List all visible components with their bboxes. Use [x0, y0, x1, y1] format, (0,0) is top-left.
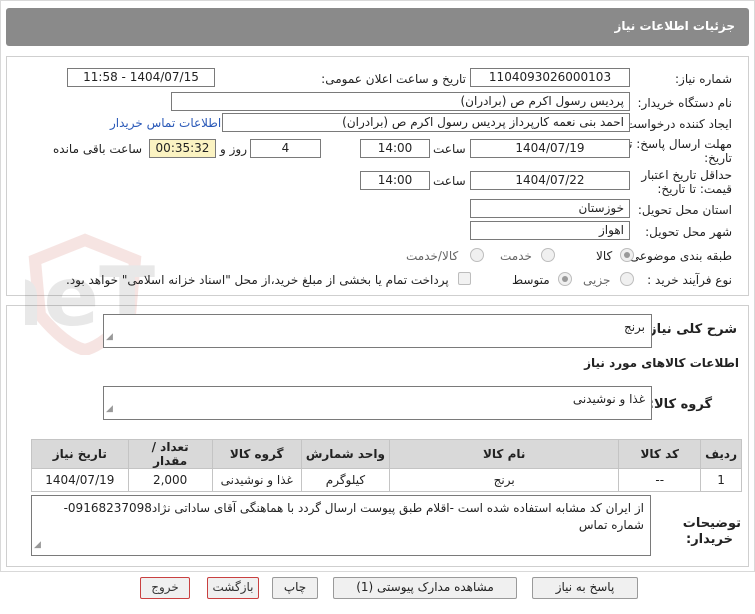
- exit-button[interactable]: خروج: [140, 577, 190, 599]
- goods-group-textarea: غذا و نوشیدنی ◢: [103, 386, 652, 420]
- goods-group-label: گروه کالا:: [648, 397, 712, 412]
- buyer-notes-text: از ایران کد مشابه استفاده شده است -اقلام…: [63, 501, 644, 532]
- deadline-label-2: تاریخ:: [704, 151, 732, 165]
- deadline-date-field: 1404/07/19: [470, 139, 630, 158]
- resize-grip-icon: ◢: [106, 332, 113, 342]
- cell-row: 1: [700, 468, 742, 492]
- summary-textarea: برنج ◢: [103, 314, 652, 348]
- category-option-both: کالا/خدمت: [406, 249, 459, 263]
- announce-label: تاریخ و ساعت اعلان عمومی:: [321, 72, 466, 86]
- need-number-field: 1104093026000103: [470, 68, 630, 87]
- validity-date-field: 1404/07/22: [470, 171, 630, 190]
- deadline-time-field: 14:00: [360, 139, 430, 158]
- process-radio-minor[interactable]: [620, 272, 634, 286]
- buyer-notes-label: توضیحات: [682, 516, 741, 531]
- category-option-service: خدمت: [500, 249, 532, 263]
- items-table: ردیف کد کالا نام کالا واحد شمارش گروه کا…: [31, 439, 742, 492]
- treasury-payment-checkbox[interactable]: [458, 272, 471, 285]
- back-button[interactable]: بازگشت: [207, 577, 259, 599]
- category-label: طبقه بندی موضوعی:: [625, 249, 732, 263]
- buyer-notes-label-2: خریدار:: [686, 532, 733, 547]
- process-option-medium: متوسط: [512, 273, 550, 287]
- buyer-notes-textarea: از ایران کد مشابه استفاده شده است -اقلام…: [31, 495, 651, 556]
- respond-button[interactable]: پاسخ به نیاز: [532, 577, 638, 599]
- col-unit: واحد شمارش: [300, 439, 391, 469]
- cell-name: برنج: [389, 468, 620, 492]
- buyer-org-field: پردیس رسول اکرم ص (برادران): [171, 92, 630, 111]
- cell-unit: کیلوگرم: [300, 468, 391, 492]
- province-field: خوزستان: [470, 199, 630, 218]
- col-row: ردیف: [700, 439, 742, 469]
- creator-label: ایجاد کننده درخواست:: [621, 117, 732, 131]
- category-radio-goods[interactable]: [620, 248, 634, 262]
- need-number-label: شماره نیاز:: [675, 72, 732, 86]
- page-title: جزئیات اطلاعات نیاز: [6, 8, 749, 46]
- summary-value: برنج: [623, 320, 645, 334]
- resize-grip-icon: ◢: [106, 404, 113, 414]
- print-button[interactable]: چاپ: [272, 577, 318, 599]
- table-row: 1 -- برنج کیلوگرم غذا و نوشیدنی 2,000 14…: [31, 468, 742, 492]
- remaining-time-field: 00:35:32: [149, 139, 216, 158]
- category-radio-service[interactable]: [541, 248, 555, 262]
- items-table-header: ردیف کد کالا نام کالا واحد شمارش گروه کا…: [31, 439, 742, 469]
- process-label: نوع فرآیند خرید :: [647, 273, 732, 287]
- goods-group-value: غذا و نوشیدنی: [572, 392, 645, 406]
- creator-field: احمد بنی نعمه کارپرداز پردیس رسول اکرم ص…: [222, 113, 630, 132]
- col-category: گروه کالا: [211, 439, 302, 469]
- col-name: نام کالا: [389, 439, 620, 469]
- cell-quantity: 2,000: [127, 468, 213, 492]
- process-option-minor: جزیی: [583, 273, 611, 287]
- deadline-time-word: ساعت: [433, 142, 466, 156]
- buyer-org-label: نام دستگاه خریدار:: [637, 96, 733, 110]
- view-attachments-button[interactable]: مشاهده مدارک پیوستی (1): [333, 577, 517, 599]
- summary-label: شرح کلی نیاز:: [643, 322, 737, 337]
- validity-label: حداقل تاریخ اعتبار: [641, 168, 732, 182]
- days-word: روز و: [220, 142, 247, 156]
- col-code: کد کالا: [618, 439, 702, 469]
- deadline-label: مهلت ارسال پاسخ: تا: [625, 137, 732, 151]
- treasury-payment-note: پرداخت تمام یا بخشی از مبلغ خرید،از محل …: [66, 273, 449, 287]
- remaining-word: ساعت باقی مانده: [53, 142, 143, 156]
- process-radio-medium[interactable]: [558, 272, 572, 286]
- validity-label-2: قیمت: تا تاریخ:: [657, 182, 732, 196]
- cell-category: غذا و نوشیدنی: [211, 468, 302, 492]
- category-option-goods: کالا: [596, 249, 613, 263]
- announce-field: 1404/07/15 - 11:58: [67, 68, 215, 87]
- days-field: 4: [250, 139, 321, 158]
- goods-info-title: اطلاعات کالاهای مورد نیاز: [584, 356, 739, 370]
- contact-buyer-link[interactable]: اطلاعات تماس خریدار: [110, 116, 221, 130]
- cell-code: --: [618, 468, 702, 492]
- cell-date: 1404/07/19: [31, 468, 129, 492]
- validity-time-field: 14:00: [360, 171, 430, 190]
- city-label: شهر محل تحویل:: [645, 225, 732, 239]
- col-quantity: تعداد / مقدار: [127, 439, 213, 469]
- col-date: تاریخ نیاز: [31, 439, 129, 469]
- validity-time-word: ساعت: [433, 174, 466, 188]
- province-label: استان محل تحویل:: [637, 203, 732, 217]
- category-radio-both[interactable]: [470, 248, 484, 262]
- city-field: اهواز: [470, 221, 630, 240]
- resize-grip-icon: ◢: [34, 540, 41, 550]
